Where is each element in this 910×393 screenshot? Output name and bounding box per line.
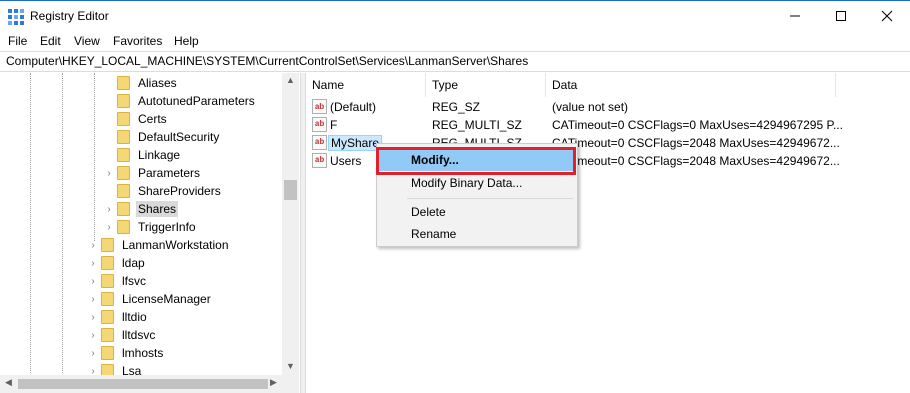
- chevron-right-icon[interactable]: ›: [88, 326, 98, 344]
- maximize-icon: [836, 11, 846, 21]
- folder-icon: [117, 94, 130, 108]
- close-button[interactable]: [864, 1, 910, 31]
- chevron-right-icon[interactable]: ›: [88, 308, 98, 326]
- folder-icon: [117, 112, 130, 126]
- menu-item-delete[interactable]: Delete: [379, 201, 575, 223]
- chevron-right-icon[interactable]: ›: [88, 254, 98, 272]
- tree-item[interactable]: Aliases: [104, 74, 179, 92]
- folder-icon: [101, 346, 114, 360]
- context-menu: Modify... Modify Binary Data... Delete R…: [376, 143, 578, 247]
- menu-file[interactable]: File: [8, 34, 27, 48]
- close-icon: [881, 10, 893, 22]
- column-header-name[interactable]: Name: [306, 73, 426, 97]
- tree-horizontal-scrollbar[interactable]: ◀ ▶: [0, 375, 299, 393]
- tree-vertical-scrollbar[interactable]: ▲ ▼: [282, 73, 299, 375]
- chevron-right-icon[interactable]: ›: [88, 236, 98, 254]
- menu-item-modify-binary[interactable]: Modify Binary Data...: [379, 172, 575, 194]
- chevron-right-icon[interactable]: ›: [88, 272, 98, 290]
- value-row[interactable]: ab F REG_MULTI_SZ CATimeout=0 CSCFlags=0…: [306, 116, 910, 134]
- chevron-right-icon[interactable]: ›: [104, 164, 114, 182]
- scroll-thumb[interactable]: [18, 379, 268, 389]
- string-value-icon: ab: [312, 99, 327, 114]
- chevron-right-icon[interactable]: ›: [88, 344, 98, 362]
- column-header-type[interactable]: Type: [426, 73, 546, 97]
- value-row[interactable]: ab (Default) REG_SZ (value not set): [306, 98, 910, 116]
- string-value-icon: ab: [312, 135, 327, 150]
- scroll-thumb[interactable]: [284, 180, 297, 200]
- scroll-left-icon[interactable]: ◀: [5, 377, 12, 388]
- tree-item[interactable]: › Parameters: [104, 164, 202, 182]
- menu-separator: [407, 198, 573, 199]
- folder-icon: [101, 310, 114, 324]
- string-value-icon: ab: [312, 153, 327, 168]
- folder-icon: [117, 184, 130, 198]
- minimize-icon: [790, 15, 800, 17]
- tree-item-selected[interactable]: › Shares: [104, 200, 179, 218]
- window-title: Registry Editor: [30, 9, 109, 23]
- folder-icon: [117, 202, 130, 216]
- folder-icon: [101, 238, 114, 252]
- tree-item[interactable]: Linkage: [104, 146, 182, 164]
- tree-item[interactable]: › lltdsvc: [88, 326, 157, 344]
- folder-icon: [117, 130, 130, 144]
- folder-icon: [117, 166, 130, 180]
- minimize-button[interactable]: [772, 1, 818, 31]
- chevron-right-icon[interactable]: ›: [88, 290, 98, 308]
- menu-item-rename[interactable]: Rename: [379, 223, 575, 245]
- tree-item[interactable]: AutotunedParameters: [104, 92, 257, 110]
- menu-item-modify[interactable]: Modify...: [379, 149, 575, 171]
- menu-favorites[interactable]: Favorites: [113, 34, 162, 48]
- tree-item[interactable]: ShareProviders: [104, 182, 223, 200]
- tree-item[interactable]: › LicenseManager: [88, 290, 213, 308]
- folder-icon: [101, 274, 114, 288]
- tree-guide-line: [94, 73, 95, 241]
- registry-icon: [8, 9, 24, 25]
- menu-edit[interactable]: Edit: [40, 34, 61, 48]
- menu-view[interactable]: View: [74, 34, 100, 48]
- chevron-right-icon[interactable]: ›: [104, 218, 114, 236]
- folder-icon: [101, 256, 114, 270]
- address-bar[interactable]: Computer\HKEY_LOCAL_MACHINE\SYSTEM\Curre…: [0, 51, 910, 72]
- menu-help[interactable]: Help: [174, 34, 199, 48]
- column-header-data[interactable]: Data: [546, 73, 836, 97]
- tree-item[interactable]: › LanmanWorkstation: [88, 236, 231, 254]
- folder-icon: [117, 220, 130, 234]
- scroll-up-icon[interactable]: ▲: [286, 75, 295, 85]
- tree-guide-line: [62, 73, 63, 373]
- tree-guide-line: [30, 73, 31, 373]
- chevron-right-icon[interactable]: ›: [104, 200, 114, 218]
- tree-item[interactable]: › lmhosts: [88, 344, 165, 362]
- tree-item[interactable]: › ldap: [88, 254, 147, 272]
- folder-icon: [101, 292, 114, 306]
- scroll-right-icon[interactable]: ▶: [270, 377, 277, 388]
- folder-icon: [117, 148, 130, 162]
- maximize-button[interactable]: [818, 1, 864, 31]
- folder-icon: [117, 76, 130, 90]
- key-tree: Aliases AutotunedParameters Certs Defaul…: [0, 73, 300, 393]
- scroll-down-icon[interactable]: ▼: [286, 361, 295, 371]
- string-value-icon: ab: [312, 117, 327, 132]
- menu-bar: File Edit View Favorites Help: [0, 31, 910, 51]
- folder-icon: [101, 328, 114, 342]
- tree-item[interactable]: Certs: [104, 110, 169, 128]
- tree-item[interactable]: › lfsvc: [88, 272, 148, 290]
- tree-item[interactable]: › TriggerInfo: [104, 218, 198, 236]
- title-bar: Registry Editor: [0, 0, 910, 31]
- tree-item[interactable]: DefaultSecurity: [104, 128, 221, 146]
- tree-item[interactable]: › lltdio: [88, 308, 149, 326]
